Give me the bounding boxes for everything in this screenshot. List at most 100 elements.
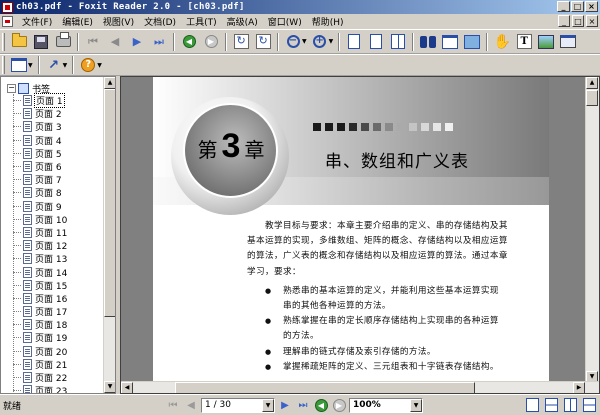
scroll-up-icon[interactable]: ▲: [104, 77, 115, 89]
status-previous-page-button[interactable]: ◀: [183, 397, 199, 413]
bookmark-item[interactable]: 页面 21: [13, 358, 68, 371]
bookmark-item[interactable]: 页面 11: [13, 226, 68, 239]
select-text-button[interactable]: T: [514, 32, 534, 52]
pointer-dropdown-icon[interactable]: ▼: [63, 62, 68, 69]
bookmark-item[interactable]: 页面 18: [13, 318, 68, 331]
help-dropdown-icon[interactable]: ▼: [97, 62, 102, 69]
bookmarks-scroll-thumb[interactable]: [104, 89, 115, 317]
scroll-down-icon[interactable]: ▼: [104, 381, 115, 393]
menu-help[interactable]: 帮助(H): [307, 15, 349, 28]
forward-button[interactable]: ▶: [201, 32, 221, 52]
scroll-up-icon[interactable]: ▲: [586, 77, 598, 89]
maximize-button[interactable]: □: [571, 1, 584, 12]
toolbar-grip[interactable]: [2, 56, 5, 74]
bookmark-item[interactable]: 页面 22: [13, 371, 68, 384]
bookmark-item[interactable]: 页面 20: [13, 345, 68, 358]
bookmark-item[interactable]: 页面 5: [13, 147, 68, 160]
document-vertical-scrollbar[interactable]: ▲ ▼: [585, 77, 599, 383]
zoom-out-button[interactable]: −: [283, 32, 303, 52]
menu-edit[interactable]: 编辑(E): [57, 15, 98, 28]
scroll-left-icon[interactable]: ◀: [121, 382, 133, 393]
status-forward-button[interactable]: ▶: [331, 397, 347, 413]
menu-advanced[interactable]: 高级(A): [222, 15, 263, 28]
zoom-in-dropdown-icon[interactable]: ▼: [329, 38, 334, 45]
bookmark-item[interactable]: 页面 9: [13, 200, 68, 213]
fit-width-button[interactable]: [388, 32, 408, 52]
save-button[interactable]: [31, 32, 51, 52]
menu-window[interactable]: 窗口(W): [263, 15, 307, 28]
bookmark-item[interactable]: 页面 7: [13, 173, 68, 186]
document-view[interactable]: 串、数组和广义表 第3章 教学目标与要求：本章主要介绍串的定义、串的存储结构及其…: [120, 76, 600, 394]
toolbar-grip[interactable]: [2, 32, 5, 51]
fit-page-button[interactable]: [366, 32, 386, 52]
pointer-tool-button[interactable]: ↗: [44, 55, 64, 75]
document-scroll-thumb[interactable]: [586, 90, 598, 106]
back-button[interactable]: ◀: [179, 32, 199, 52]
rotate-left-button[interactable]: [231, 32, 251, 52]
bookmark-item[interactable]: 页面 15: [13, 279, 68, 292]
menu-file[interactable]: 文件(F): [17, 15, 57, 28]
bookmark-item[interactable]: 页面 3: [13, 120, 68, 133]
actual-size-button[interactable]: [344, 32, 364, 52]
continuous-facing-icon[interactable]: [583, 398, 596, 412]
doc-minimize-button[interactable]: _: [558, 15, 570, 27]
annotation-dropdown-icon[interactable]: ▼: [28, 62, 33, 69]
zoom-out-dropdown-icon[interactable]: ▼: [302, 38, 307, 45]
single-page-icon[interactable]: [526, 398, 539, 412]
doc-restore-button[interactable]: □: [572, 15, 584, 27]
bookmarks-scrollbar[interactable]: ▲ ▼: [103, 77, 115, 393]
annotation-button[interactable]: [9, 55, 29, 75]
thumbnails-button[interactable]: [462, 32, 482, 52]
rotate-right-button[interactable]: [253, 32, 273, 52]
document-horizontal-scrollbar[interactable]: ◀ ▶: [121, 381, 599, 393]
full-screen-button[interactable]: [558, 32, 578, 52]
next-page-button[interactable]: ▶: [127, 32, 147, 52]
bookmark-item[interactable]: 页面 10: [13, 213, 68, 226]
zoom-in-button[interactable]: +: [310, 32, 330, 52]
open-button[interactable]: [9, 32, 29, 52]
bookmark-item[interactable]: 页面 14: [13, 265, 68, 279]
facing-icon[interactable]: [564, 398, 577, 412]
bookmark-item[interactable]: 页面 12: [13, 239, 68, 252]
bookmark-item[interactable]: 页面 1: [13, 93, 68, 109]
hand-tool-button[interactable]: ✋: [492, 32, 512, 52]
bookmark-item[interactable]: 页面 6: [13, 160, 68, 173]
bookmark-item[interactable]: 页面 13: [13, 252, 68, 265]
zoom-dropdown-icon[interactable]: ▼: [410, 398, 422, 412]
menu-tools[interactable]: 工具(T): [181, 15, 222, 28]
last-page-button[interactable]: ⏭: [149, 32, 169, 52]
first-page-button[interactable]: ⏮: [83, 32, 103, 52]
bookmark-item[interactable]: 页面 8: [13, 186, 68, 199]
bookmark-item[interactable]: 页面 2: [13, 107, 68, 120]
bookmarks-panel-button[interactable]: [440, 32, 460, 52]
help-button[interactable]: ?: [78, 55, 98, 75]
previous-page-button[interactable]: ◀: [105, 32, 125, 52]
horizontal-scroll-thumb[interactable]: [175, 382, 475, 393]
document-icon[interactable]: [2, 16, 13, 27]
collapse-icon[interactable]: −: [7, 83, 16, 93]
print-button[interactable]: [53, 32, 73, 52]
bookmark-item[interactable]: 页面 23: [13, 384, 68, 393]
bookmark-item[interactable]: 页面 4: [13, 134, 68, 147]
continuous-icon[interactable]: [545, 398, 558, 412]
zoom-field[interactable]: 100% ▼: [349, 397, 423, 413]
scroll-right-icon[interactable]: ▶: [573, 382, 585, 393]
bookmark-item[interactable]: 页面 16: [13, 292, 68, 305]
minimize-button[interactable]: _: [557, 1, 570, 12]
status-first-page-button[interactable]: ⏮: [165, 397, 181, 413]
doc-close-button[interactable]: ×: [586, 15, 598, 27]
bookmarks-panel-icon: [442, 34, 459, 49]
close-button[interactable]: ×: [585, 1, 598, 12]
help-icon: ?: [81, 58, 96, 72]
find-button[interactable]: [418, 32, 438, 52]
menu-view[interactable]: 视图(V): [98, 15, 139, 28]
snapshot-button[interactable]: [536, 32, 556, 52]
page-dropdown-icon[interactable]: ▼: [262, 398, 274, 412]
bookmark-item[interactable]: 页面 19: [13, 331, 68, 344]
menu-document[interactable]: 文档(D): [139, 15, 181, 28]
bookmark-item[interactable]: 页面 17: [13, 305, 68, 318]
page-number-field[interactable]: 1 / 30 ▼: [201, 397, 275, 413]
status-last-page-button[interactable]: ⏭: [295, 397, 311, 413]
status-next-page-button[interactable]: ▶: [277, 397, 293, 413]
status-back-button[interactable]: ◀: [313, 397, 329, 413]
